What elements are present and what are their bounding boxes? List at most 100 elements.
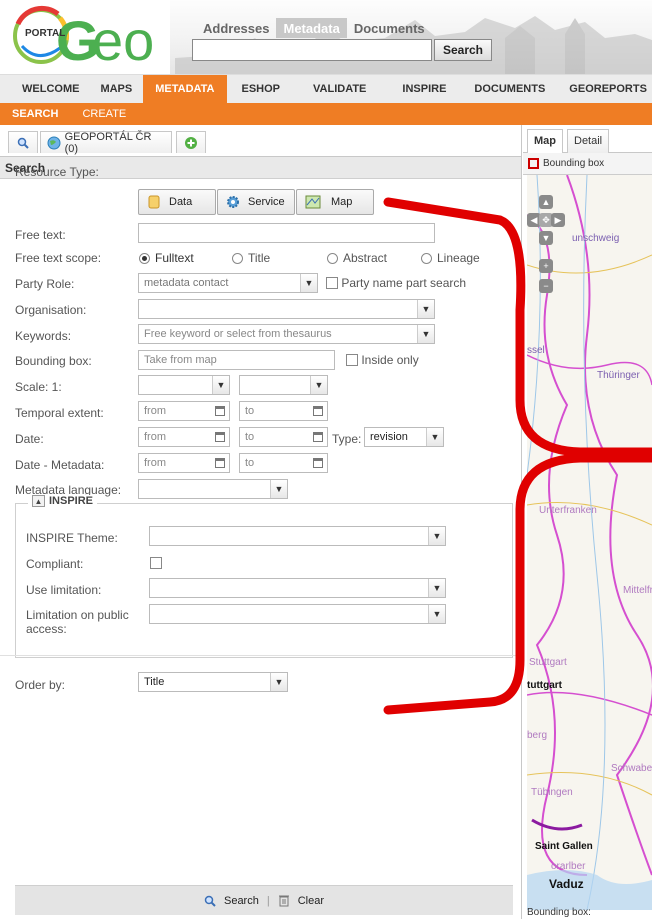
search-action-button[interactable]: Search bbox=[204, 895, 259, 907]
map-place-label: orarlber bbox=[551, 861, 586, 872]
tab-geoportal-label: GEOPORTÁL ČR (0) bbox=[64, 130, 152, 155]
resource-map-button[interactable]: Map bbox=[296, 189, 374, 215]
globe-icon bbox=[47, 136, 61, 149]
limitation-public-label: Limitation on public access: bbox=[26, 608, 129, 636]
header-search-button[interactable]: Search bbox=[434, 39, 492, 61]
scope-fulltext-label: Fulltext bbox=[155, 251, 194, 265]
calendar-icon[interactable] bbox=[309, 454, 327, 472]
bbox-toolbar: Bounding box bbox=[523, 153, 652, 175]
calendar-icon[interactable] bbox=[211, 402, 229, 420]
temporal-to-placeholder: to bbox=[245, 405, 255, 417]
map-tabbar: Map Detail bbox=[523, 125, 652, 153]
nav-eshop[interactable]: ESHOP bbox=[227, 75, 296, 104]
action-separator: | bbox=[266, 894, 270, 907]
party-role-select[interactable]: metadata contact ▼ bbox=[138, 273, 318, 293]
order-by-label: Order by: bbox=[15, 678, 66, 692]
calendar-icon[interactable] bbox=[309, 428, 327, 446]
type-label: Type: bbox=[332, 432, 362, 446]
svg-text:eo: eo bbox=[92, 9, 154, 70]
nav-documents[interactable]: DOCUMENTS bbox=[464, 75, 555, 104]
tab-detail[interactable]: Detail bbox=[567, 129, 610, 153]
collapse-icon[interactable]: ▲ bbox=[32, 495, 45, 507]
gear-icon bbox=[227, 196, 239, 208]
nav-maps[interactable]: MAPS bbox=[89, 75, 143, 104]
scope-title-radio[interactable]: Title bbox=[232, 251, 270, 265]
nav-georeports[interactable]: GEOREPORTS bbox=[555, 75, 652, 104]
radio-icon bbox=[232, 253, 243, 264]
subnav-create[interactable]: CREATE bbox=[82, 108, 126, 120]
party-role-label: Party Role: bbox=[15, 277, 75, 291]
bbox-label: Bounding box: bbox=[15, 354, 92, 368]
scope-abstract-radio[interactable]: Abstract bbox=[327, 251, 387, 265]
link-metadata[interactable]: Metadata bbox=[276, 18, 347, 38]
clear-action-label: Clear bbox=[297, 894, 324, 907]
organisation-label: Organisation: bbox=[15, 303, 87, 317]
date-meta-from-input[interactable]: from bbox=[138, 453, 230, 473]
bbox-placeholder: Take from map bbox=[144, 354, 217, 366]
search-action-bar: Search | Clear bbox=[15, 885, 513, 915]
scope-fulltext-radio[interactable]: Fulltext bbox=[139, 251, 194, 265]
keywords-placeholder: Free keyword or select from thesaurus bbox=[144, 328, 332, 340]
bbox-input[interactable]: Take from map bbox=[138, 350, 335, 370]
date-metadata-label: Date - Metadata: bbox=[15, 458, 105, 472]
clear-action-button[interactable]: Clear bbox=[278, 894, 324, 907]
header-search-input[interactable] bbox=[192, 39, 432, 61]
radio-selected-icon bbox=[139, 253, 150, 264]
order-by-value: Title bbox=[144, 676, 165, 688]
chevron-down-icon: ▼ bbox=[310, 376, 327, 394]
date-to-input[interactable]: to bbox=[239, 427, 328, 447]
scope-title-label: Title bbox=[248, 251, 271, 265]
date-from-input[interactable]: from bbox=[138, 427, 230, 447]
nav-validate[interactable]: VALIDATE bbox=[295, 75, 384, 104]
nav-inspire[interactable]: INSPIRE bbox=[384, 75, 464, 104]
free-text-label: Free text: bbox=[15, 228, 66, 242]
compliant-label: Compliant: bbox=[26, 557, 84, 571]
calendar-icon[interactable] bbox=[211, 428, 229, 446]
keywords-label: Keywords: bbox=[15, 329, 72, 343]
search-icon bbox=[17, 137, 29, 149]
main-nav: WELCOME MAPS METADATA ESHOP VALIDATE INS… bbox=[0, 74, 652, 104]
nav-metadata[interactable]: METADATA bbox=[143, 74, 227, 104]
data-icon bbox=[148, 195, 160, 209]
tab-map[interactable]: Map bbox=[527, 129, 563, 153]
tab-search[interactable] bbox=[8, 131, 38, 153]
chevron-down-icon: ▼ bbox=[212, 376, 229, 394]
temporal-from-input[interactable]: from bbox=[138, 401, 230, 421]
search-action-label: Search bbox=[223, 894, 259, 907]
resource-data-label: Data bbox=[169, 196, 193, 208]
inspire-legend[interactable]: ▲ INSPIRE bbox=[28, 495, 98, 507]
temporal-to-input[interactable]: to bbox=[239, 401, 328, 421]
nav-welcome[interactable]: WELCOME bbox=[0, 75, 89, 104]
site-header: G eo PORTAL Addresses Metadata Documents… bbox=[0, 0, 652, 74]
logo-small-text: PORTAL bbox=[25, 28, 66, 39]
map-place-label: berg bbox=[527, 730, 548, 741]
chevron-down-icon: ▼ bbox=[300, 274, 317, 292]
checkbox-icon bbox=[346, 354, 358, 366]
date-meta-to-input[interactable]: to bbox=[239, 453, 328, 473]
order-by-select[interactable]: Title ▼ bbox=[138, 672, 288, 692]
bbox-tool-label[interactable]: Bounding box bbox=[543, 158, 604, 169]
resource-service-button[interactable]: Service bbox=[217, 189, 295, 215]
date-to-placeholder: to bbox=[245, 431, 255, 443]
portal-geo-logo[interactable]: G eo PORTAL bbox=[8, 4, 158, 72]
metadata-language-select[interactable]: ▼ bbox=[138, 479, 288, 499]
calendar-icon[interactable] bbox=[211, 454, 229, 472]
subnav-search[interactable]: SEARCH bbox=[12, 108, 58, 120]
scope-label: Free text scope: bbox=[15, 251, 102, 265]
map-footer-label: Bounding box: bbox=[527, 907, 591, 918]
compliant-checkbox[interactable] bbox=[150, 557, 162, 569]
bounding-box-icon[interactable] bbox=[528, 158, 539, 169]
party-role-value: metadata contact bbox=[144, 277, 229, 289]
resource-data-button[interactable]: Data bbox=[138, 189, 216, 215]
tab-geoportal-cr[interactable]: GEOPORTÁL ČR (0) bbox=[40, 130, 172, 155]
tab-add[interactable] bbox=[176, 131, 206, 153]
temporal-from-placeholder: from bbox=[144, 405, 166, 417]
map-place-label: Vaduz bbox=[549, 877, 584, 891]
inspire-theme-label: INSPIRE Theme: bbox=[26, 531, 118, 545]
link-documents[interactable]: Documents bbox=[347, 18, 432, 38]
link-addresses[interactable]: Addresses bbox=[196, 18, 276, 38]
scale-to-select[interactable]: ▼ bbox=[239, 375, 328, 395]
add-icon bbox=[185, 136, 197, 149]
calendar-icon[interactable] bbox=[309, 402, 327, 420]
scale-from-select[interactable]: ▼ bbox=[138, 375, 230, 395]
